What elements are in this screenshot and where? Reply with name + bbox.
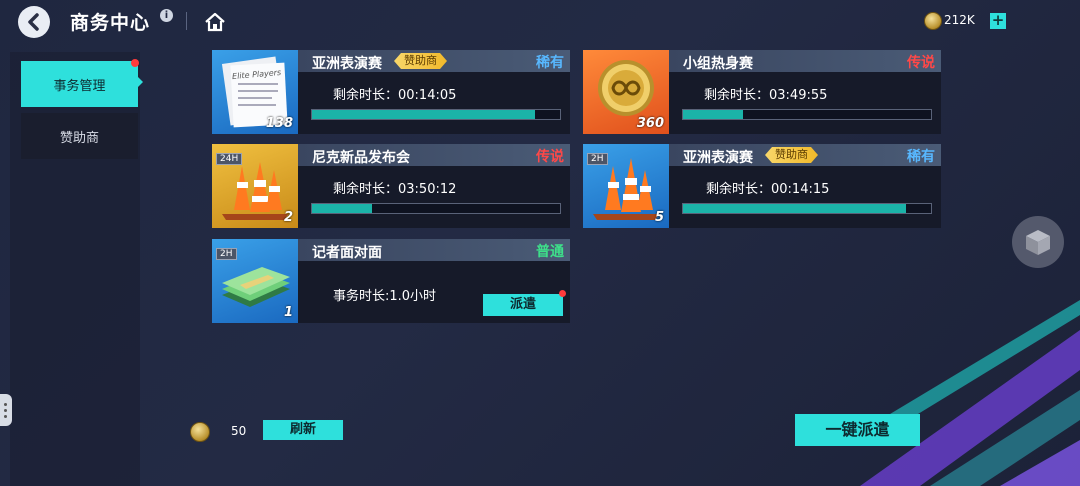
affair-duration: 事务时长:1.0小时 — [333, 289, 437, 304]
info-icon[interactable]: i — [160, 9, 173, 22]
card-header: 亚洲表演赛 赞助商 稀有 — [298, 50, 570, 72]
page-title: 商务中心 — [70, 12, 151, 34]
coin-icon — [924, 12, 942, 30]
divider — [186, 12, 187, 30]
card-thumbnail: 2H 5 — [583, 144, 669, 228]
rarity-label: 传说 — [907, 55, 935, 71]
affair-card[interactable]: 2H 1 记者面对面 普通 事务时长:1.0小时 派遣 — [212, 239, 570, 323]
duration-tag: 2H — [216, 248, 237, 260]
dispatch-button[interactable]: 派遣 — [483, 294, 563, 316]
duration-tag: 24H — [216, 153, 243, 165]
active-arrow-icon — [138, 77, 143, 87]
card-title: 小组热身赛 — [683, 56, 753, 72]
card-body: 剩余时长：03:49:55 — [669, 72, 941, 134]
card-header: 记者面对面 普通 — [298, 239, 570, 261]
sponsor-badge: 赞助商 — [765, 147, 818, 163]
rarity-label: 稀有 — [536, 55, 564, 71]
refresh-cost: 50 — [231, 424, 247, 438]
card-title: 亚洲表演赛 — [683, 150, 753, 166]
card-title: 尼克新品发布会 — [312, 150, 410, 166]
sponsor-badge: 赞助商 — [394, 53, 447, 69]
card-body: 剩余时长：03:50:12 — [298, 166, 570, 228]
notification-dot — [131, 59, 139, 67]
cube-icon — [1026, 230, 1050, 255]
remaining-time: 剩余时长：03:50:12 — [333, 182, 457, 197]
card-body: 事务时长:1.0小时 派遣 — [298, 261, 570, 323]
item-count: 138 — [265, 116, 293, 131]
item-count: 5 — [654, 210, 664, 225]
card-header: 尼克新品发布会 传说 — [298, 144, 570, 166]
item-count: 2 — [283, 210, 293, 225]
card-thumbnail: 2H 1 — [212, 239, 298, 323]
back-arrow-icon — [28, 13, 39, 31]
card-thumbnail: Elite Players 138 — [212, 50, 298, 134]
add-currency-button[interactable]: + — [990, 13, 1006, 29]
sidebar-item-label: 事务管理 — [53, 78, 106, 94]
back-button[interactable] — [18, 6, 50, 38]
card-title: 记者面对面 — [312, 245, 382, 261]
drawer-handle[interactable] — [0, 394, 12, 426]
notification-dot — [559, 290, 566, 297]
progress-bar — [682, 109, 932, 120]
item-count: 360 — [636, 116, 664, 131]
rarity-label: 传说 — [536, 149, 564, 165]
refresh-button[interactable]: 刷新 — [263, 420, 343, 440]
card-thumbnail: 360 — [583, 50, 669, 134]
affair-card[interactable]: 2H 5 亚洲表演赛 赞助商 稀有 剩余时长：00:14:15 — [583, 144, 941, 228]
remaining-time: 剩余时长：00:14:15 — [706, 182, 830, 197]
remaining-time: 剩余时长：00:14:05 — [333, 88, 457, 103]
sidebar-item-label: 赞助商 — [59, 130, 99, 146]
rarity-label: 普通 — [536, 244, 564, 260]
item-count: 1 — [283, 305, 293, 320]
progress-bar — [311, 109, 561, 120]
home-button[interactable] — [202, 9, 228, 35]
card-header: 小组热身赛 传说 — [669, 50, 941, 72]
dispatch-all-button[interactable]: 一键派遣 — [795, 414, 920, 446]
progress-bar — [311, 203, 561, 214]
duration-tag: 2H — [587, 153, 608, 165]
coin-icon — [190, 422, 210, 442]
card-title: 亚洲表演赛 — [312, 56, 382, 72]
card-body: 剩余时长：00:14:05 — [298, 72, 570, 134]
remaining-time: 剩余时长：03:49:55 — [704, 88, 828, 103]
card-body: 剩余时长：00:14:15 — [669, 166, 941, 228]
card-header: 亚洲表演赛 赞助商 稀有 — [669, 144, 941, 166]
affair-card[interactable]: 360 小组热身赛 传说 剩余时长：03:49:55 — [583, 50, 941, 134]
affair-card[interactable]: Elite Players 138 亚洲表演赛 赞助商 稀有 剩余时长：00:1… — [212, 50, 570, 134]
home-icon — [205, 12, 225, 32]
currency-amount: 212K — [944, 13, 975, 27]
sidebar-item-affairs[interactable]: 事务管理 — [21, 61, 138, 107]
rarity-label: 稀有 — [907, 149, 935, 165]
floating-cube-button[interactable] — [1012, 216, 1064, 268]
card-thumbnail: 24H 2 — [212, 144, 298, 228]
affair-card[interactable]: 24H 2 尼克新品发布会 传说 剩余时长：03:50:12 — [212, 144, 570, 228]
sidebar-item-sponsor[interactable]: 赞助商 — [21, 113, 138, 159]
progress-bar — [682, 203, 932, 214]
